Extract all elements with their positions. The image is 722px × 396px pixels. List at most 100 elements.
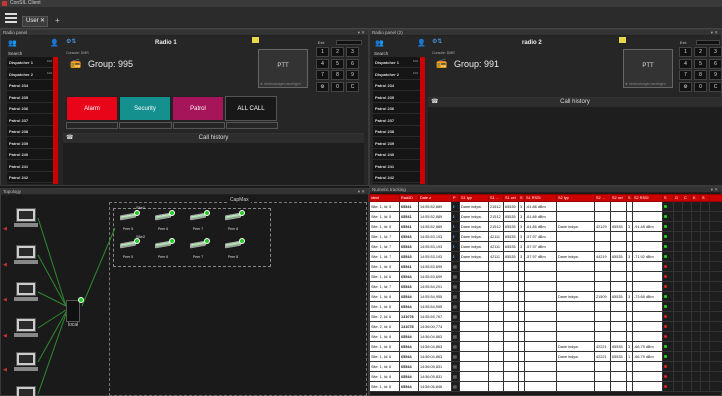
column-header[interactable]: K [691,194,701,202]
call-button[interactable]: Alarm [66,96,118,121]
users-icon[interactable]: 👥 [8,39,17,47]
keypad-key[interactable]: 6 [709,58,722,69]
table-row[interactable]: Site: 1, Id: 7 65543 14:55:53,193 ℹ Dane ind… [369,251,722,262]
add-tab-icon[interactable]: + [55,16,60,25]
column-header[interactable]: ident [369,194,400,202]
list-item[interactable]: Patrol 236 [7,103,58,114]
keypad-key[interactable]: 1 [679,47,692,57]
table-row[interactable]: Site: 1, Id: 6 65544 14:55:53,699 ▤ [369,271,722,282]
panel-controls[interactable]: ▾ ✕ [358,30,365,36]
column-header[interactable]: S2 ... [594,194,611,202]
list-item[interactable]: Patrol 238 [373,126,424,137]
table-row[interactable]: Site: 1, Id: 6 65544 14:56:04,863 ▤ Dane ind… [369,341,722,352]
list-item[interactable]: Patrol 237 [373,115,424,126]
menu-icon[interactable] [5,11,17,23]
panel-controls[interactable]: ▾ ✕ [711,187,718,193]
list-item[interactable]: Dispatcher 2 102 [373,69,424,80]
table-row[interactable]: Site: 1, Id: 6 65544 14:55:54,955 ▤ Dane ind… [369,291,722,302]
keypad-key[interactable]: C [346,81,359,92]
column-header[interactable]: S1 ... [488,194,504,202]
list-item[interactable]: Patrol 235 [373,92,424,103]
table-row[interactable]: Site: 1, Id: 5 65541 14:55:53,699 ▤ [369,261,722,272]
keypad-key[interactable]: 7 [316,70,329,80]
panel-controls[interactable]: ▾ ✕ [711,30,718,36]
column-header[interactable]: S1 cel [503,194,519,202]
note-icon[interactable] [619,37,626,43]
keypad-key[interactable]: 2 [331,47,344,57]
table-row[interactable]: Site: 1, Id: 5 65541 14:55:52,889 ℹ Dane ind… [369,221,722,232]
list-item[interactable]: Patrol 242 [7,172,58,183]
list-item[interactable]: Dispatcher 1 102 [373,57,424,68]
column-header[interactable]: C [682,194,692,202]
keypad-key[interactable]: 2 [694,47,707,57]
keypad-key[interactable]: 6 [346,58,359,69]
keypad-key[interactable]: 4 [316,58,329,69]
table-row[interactable]: Site: 2, Id: 6 131078 14:55:59,767 ▤ [369,311,722,322]
keypad-key[interactable]: C [709,81,722,92]
column-header[interactable]: S2 cel [610,194,627,202]
table-row[interactable]: Site: 1, Id: 6 65544 14:56:06,846 ▤ [369,381,722,392]
column-header[interactable]: S2 RSSI [632,194,663,202]
radio-settings-icon[interactable]: ⚙⇅ [66,38,76,45]
list-item[interactable]: Patrol 234 [7,80,58,91]
dispatcher-list[interactable]: Dispatcher 1 102 Dispatcher 2 102 Patrol 234… [7,57,58,184]
column-header[interactable]: G [673,194,683,202]
list-item[interactable]: Patrol 234 [373,80,424,91]
table-row[interactable]: Site: 2, Id: 6 131078 14:56:00,774 ▤ [369,321,722,332]
keypad-key[interactable]: 0 [331,81,344,92]
keypad-key[interactable]: 1 [316,47,329,57]
column-header[interactable]: P [451,194,460,202]
list-item[interactable]: Patrol 237 [7,115,58,126]
keypad-key[interactable]: 8 [694,70,707,80]
tab-user[interactable]: User ✕ [22,16,48,27]
list-item[interactable]: Patrol 241 [7,161,58,172]
list-item[interactable]: Dispatcher 2 102 [7,69,58,80]
keypad-input[interactable] [696,40,720,45]
list-item[interactable]: Patrol 242 [373,172,424,183]
list-scrollbar[interactable] [53,57,58,184]
table-row[interactable]: Site: 1, Id: 6 65544 14:55:54,955 ▤ [369,301,722,312]
column-header[interactable] [709,194,722,202]
table-row[interactable]: Site: 1, Id: 7 65543 14:55:53,193 ℹ Dane ind… [369,231,722,242]
keypad-key[interactable]: 4 [679,58,692,69]
keypad-key[interactable]: 3 [709,47,722,57]
table-row[interactable]: Site: 1, Id: 7 65543 14:55:53,193 ℹ Dane ind… [369,241,722,252]
list-item[interactable]: Patrol 236 [373,103,424,114]
call-button[interactable]: ALL CALL [225,96,277,121]
table-row[interactable]: Site: 1, Id: 6 65544 14:56:05,831 ▤ [369,371,722,382]
table-row[interactable]: Site: 1, Id: 6 65544 14:56:04,863 ▤ [369,331,722,342]
users-icon[interactable]: 👥 [375,39,384,47]
column-header[interactable]: S1 RSSI [524,194,557,202]
keypad-key[interactable]: ⚙ [316,81,329,92]
table-row[interactable]: Site: 1, Id: 6 65544 14:56:04,863 ▤ Dane ind… [369,351,722,362]
column-header[interactable]: S [700,194,710,202]
keypad-key[interactable]: 9 [709,70,722,80]
column-header[interactable]: Date z [418,194,452,202]
keypad-key[interactable]: 3 [346,47,359,57]
call-button[interactable]: Security [119,96,171,121]
radio-settings-icon[interactable]: ⚙⇅ [432,38,442,45]
keypad-key[interactable]: 5 [331,58,344,69]
table-row[interactable]: Site: 1, Id: 6 65544 14:56:05,831 ▤ [369,361,722,372]
keypad-key[interactable]: 5 [694,58,707,69]
local-server-icon[interactable] [66,300,80,322]
keypad-input[interactable] [336,40,362,45]
table-row[interactable]: Site: 1, Id: 7 65543 14:55:54,201 ▤ [369,281,722,292]
column-header[interactable]: S1 typ [459,194,489,202]
dispatcher-list[interactable]: Dispatcher 1 102 Dispatcher 2 102 Patrol 234… [373,57,424,184]
close-icon[interactable]: ✕ [40,17,45,26]
list-scrollbar[interactable] [420,57,425,184]
call-button[interactable]: Patrol [172,96,224,121]
keypad-key[interactable]: 0 [694,81,707,92]
keypad-key[interactable]: 7 [679,70,692,80]
list-item[interactable]: Patrol 240 [7,149,58,160]
column-header[interactable]: S [662,194,674,202]
keypad-key[interactable]: 8 [331,70,344,80]
user-icon[interactable]: 👤 [417,39,426,47]
list-item[interactable]: Patrol 239 [7,138,58,149]
table-row[interactable]: Site: 1, Id: 5 65541 14:55:52,889 ℹ Dane ind… [369,201,722,212]
list-item[interactable]: Patrol 238 [7,126,58,137]
user-icon[interactable]: 👤 [50,39,59,47]
keypad-key[interactable]: 9 [346,70,359,80]
column-header[interactable]: S2 typ [556,194,595,202]
